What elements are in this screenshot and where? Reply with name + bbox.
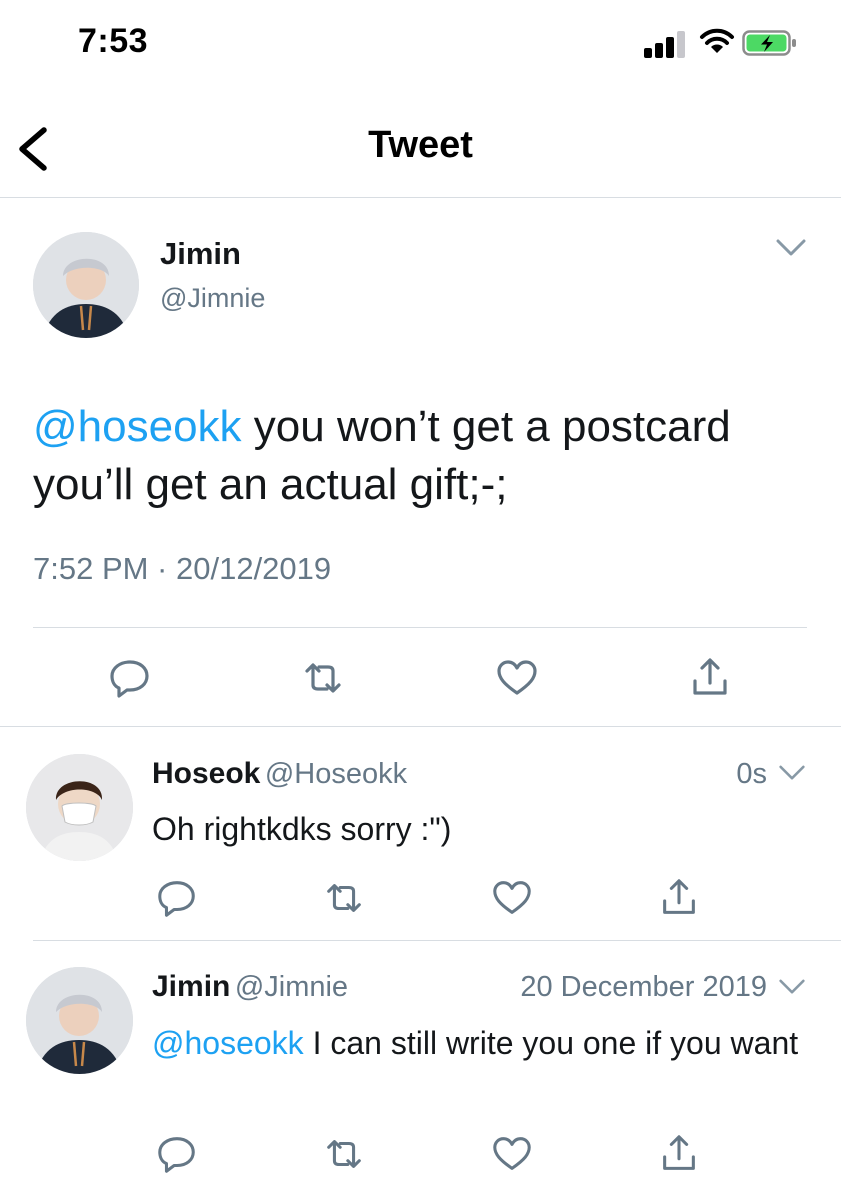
reply-icon[interactable] [107, 655, 153, 701]
author-handle[interactable]: @Jimnie [160, 283, 265, 314]
reply-text: Oh rightkdks sorry :") [152, 808, 812, 850]
chevron-down-icon[interactable] [778, 764, 806, 782]
chevron-down-icon[interactable] [775, 238, 807, 258]
avatar[interactable] [33, 232, 139, 338]
reply-icon[interactable] [155, 876, 199, 920]
share-icon[interactable] [657, 1132, 701, 1176]
reply-text: @hoseokk I can still write you one if yo… [152, 1022, 812, 1064]
reply-time: 20 December 2019 [520, 971, 767, 1003]
reply-author-handle[interactable]: @Hoseokk [265, 758, 407, 790]
mention-link[interactable]: @hoseokk [152, 1025, 304, 1061]
page-title: Tweet [368, 124, 473, 166]
cellular-signal-icon [644, 30, 688, 58]
author-name[interactable]: Jimin [160, 236, 241, 272]
header-divider [0, 197, 841, 198]
share-icon[interactable] [657, 876, 701, 920]
battery-charging-icon [742, 28, 798, 58]
reply-body: I can still write you one if you want [303, 1025, 799, 1061]
reply-author-name[interactable]: Hoseok [152, 757, 260, 790]
reply-body: Oh rightkdks sorry :") [152, 811, 452, 847]
share-icon[interactable] [687, 655, 733, 701]
reply-author-handle[interactable]: @Jimnie [235, 971, 348, 1003]
status-time: 7:53 [78, 22, 149, 60]
meta-divider [33, 627, 807, 628]
avatar[interactable] [26, 967, 133, 1074]
reply-header: Jimin @Jimnie [152, 970, 348, 1004]
wifi-icon [698, 26, 736, 56]
like-icon[interactable] [494, 655, 540, 701]
avatar[interactable] [26, 754, 133, 861]
retweet-icon[interactable] [300, 655, 346, 701]
like-icon[interactable] [490, 876, 534, 920]
chevron-down-icon[interactable] [778, 978, 806, 996]
reply-time: 0s [736, 758, 767, 790]
mention-link[interactable]: @hoseokk [33, 402, 242, 451]
like-icon[interactable] [490, 1132, 534, 1176]
tweet-text: @hoseokk you won’t get a postcard you’ll… [33, 398, 823, 514]
reply-icon[interactable] [155, 1132, 199, 1176]
reply-divider [33, 940, 841, 941]
tweet-timestamp[interactable]: 7:52 PM · 20/12/2019 [33, 551, 331, 587]
retweet-icon[interactable] [322, 876, 366, 920]
reply-author-name[interactable]: Jimin [152, 970, 230, 1003]
retweet-icon[interactable] [322, 1132, 366, 1176]
reply-header: Hoseok @Hoseokk [152, 757, 407, 791]
main-tweet-divider [0, 726, 841, 727]
